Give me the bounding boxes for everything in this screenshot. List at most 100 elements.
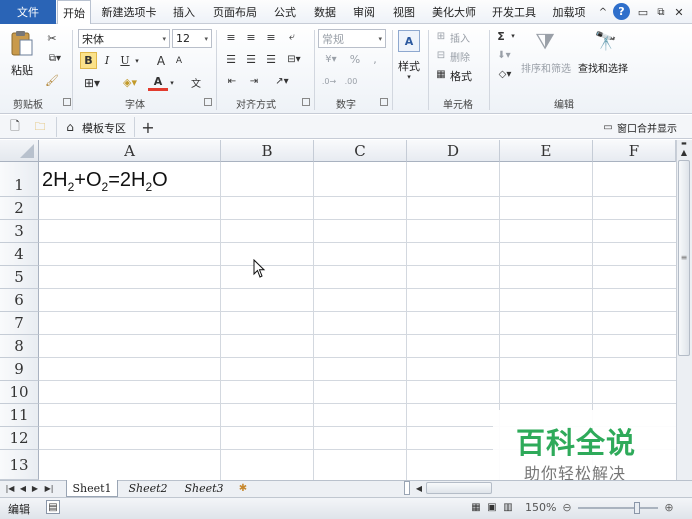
tab-split-handle[interactable] <box>404 481 410 495</box>
underline-dropdown-icon[interactable]: ▾ <box>132 52 142 69</box>
wrap-text-icon[interactable]: ⤶ <box>283 30 301 44</box>
tab-home[interactable]: 开始 <box>57 0 91 25</box>
row-header-11[interactable]: 11 <box>0 404 39 427</box>
cell-a1[interactable]: 2H2+O2=2H2O <box>42 166 218 194</box>
align-left-icon[interactable]: ☰ <box>223 52 239 66</box>
insert-label[interactable]: 插入 <box>450 30 470 45</box>
column-header-e[interactable]: E <box>500 140 593 162</box>
orientation-icon[interactable]: ↗▾ <box>270 74 294 88</box>
sheet-tab-sheet1[interactable]: Sheet1 <box>66 480 118 497</box>
template-zone-tab[interactable]: 模板专区 <box>82 120 126 136</box>
sort-filter-icon[interactable]: ⧩ <box>530 27 560 57</box>
restore-window-icon[interactable]: ⧉ <box>654 4 668 20</box>
number-launcher-icon[interactable] <box>380 98 388 106</box>
fill-color-icon[interactable]: ◈▾ <box>118 74 142 91</box>
sheet-tab-sheet2[interactable]: Sheet2 <box>122 480 174 497</box>
page-break-view-icon[interactable]: ▥ <box>501 500 515 514</box>
insert-cells-icon[interactable]: ⊞ <box>434 29 448 43</box>
zoom-slider-track[interactable] <box>578 507 658 509</box>
cut-icon[interactable]: ✂ <box>44 30 60 46</box>
shrink-font-button[interactable]: A <box>172 52 186 69</box>
currency-icon[interactable]: ¥▾ <box>320 52 342 66</box>
scroll-left-arrow-icon[interactable]: ◀ <box>414 481 424 495</box>
font-color-button[interactable]: A <box>148 74 168 91</box>
delete-cells-icon[interactable]: ⊟ <box>434 48 448 62</box>
row-header-10[interactable]: 10 <box>0 381 39 404</box>
format-label[interactable]: 格式 <box>450 68 472 84</box>
clipboard-launcher-icon[interactable] <box>63 98 71 106</box>
borders-icon[interactable]: ⊞▾ <box>80 74 104 91</box>
font-name-combo[interactable]: 宋体 ▾ <box>78 29 170 48</box>
tab-new-tab[interactable]: 新建选项卡 <box>96 0 162 24</box>
font-size-combo[interactable]: 12 ▾ <box>172 29 212 48</box>
row-header-6[interactable]: 6 <box>0 289 39 312</box>
normal-view-icon[interactable]: ▦ <box>469 500 483 514</box>
sort-filter-label[interactable]: 排序和筛选 <box>521 60 571 75</box>
number-format-combo[interactable]: 常规 ▾ <box>318 29 386 48</box>
align-right-icon[interactable]: ☰ <box>263 52 279 66</box>
tab-data[interactable]: 数据 <box>308 0 342 24</box>
align-center-icon[interactable]: ☰ <box>243 52 259 66</box>
minimize-window-icon[interactable]: ▭ <box>636 4 650 20</box>
open-folder-icon[interactable]: 🗀 <box>32 119 48 135</box>
column-header-d[interactable]: D <box>407 140 500 162</box>
tab-developer[interactable]: 开发工具 <box>487 0 541 24</box>
column-header-a[interactable]: A <box>39 140 221 162</box>
bold-button[interactable]: B <box>80 52 97 69</box>
horizontal-scroll-thumb[interactable] <box>426 482 492 494</box>
format-painter-icon[interactable]: 🖌 <box>44 72 60 88</box>
delete-label[interactable]: 删除 <box>450 49 470 64</box>
prev-sheet-icon[interactable]: ◀ <box>18 481 28 495</box>
row-header-8[interactable]: 8 <box>0 335 39 358</box>
decrease-decimal-icon[interactable]: .00 <box>342 74 360 88</box>
row-header-3[interactable]: 3 <box>0 220 39 243</box>
tab-formulas[interactable]: 公式 <box>268 0 302 24</box>
tab-page-layout[interactable]: 页面布局 <box>207 0 263 24</box>
next-sheet-icon[interactable]: ▶ <box>30 481 40 495</box>
row-header-4[interactable]: 4 <box>0 243 39 266</box>
find-select-label[interactable]: 查找和选择 <box>578 60 628 75</box>
first-sheet-icon[interactable]: |◀ <box>4 481 16 495</box>
row-header-2[interactable]: 2 <box>0 197 39 220</box>
increase-decimal-icon[interactable]: .0→ <box>320 74 338 88</box>
tab-beautify[interactable]: 美化大师 <box>427 0 481 24</box>
underline-button[interactable]: U <box>118 52 132 69</box>
copy-icon[interactable]: ⧉▾ <box>44 50 66 66</box>
page-layout-view-icon[interactable]: ▣ <box>485 500 499 514</box>
align-top-icon[interactable]: ≡ <box>223 30 239 44</box>
scroll-up-arrow-icon[interactable]: ▲ <box>677 146 691 158</box>
align-middle-icon[interactable]: ≡ <box>243 30 259 44</box>
column-header-c[interactable]: C <box>314 140 407 162</box>
column-header-f[interactable]: F <box>593 140 676 162</box>
merge-center-icon[interactable]: ⊟▾ <box>283 52 305 66</box>
row-header-13[interactable]: 13 <box>0 450 39 480</box>
home-icon[interactable]: ⌂ <box>63 119 77 135</box>
zoom-level[interactable]: 150% <box>525 501 556 514</box>
percent-button[interactable]: % <box>348 52 362 66</box>
clear-icon[interactable]: ◇▾ <box>495 67 515 81</box>
alignment-launcher-icon[interactable] <box>302 98 310 106</box>
decrease-indent-icon[interactable]: ⇤ <box>223 74 241 88</box>
close-window-icon[interactable]: ✕ <box>672 4 686 20</box>
add-tab-button[interactable]: + <box>140 117 156 137</box>
row-header-7[interactable]: 7 <box>0 312 39 335</box>
paste-label[interactable]: 粘贴 <box>11 62 33 78</box>
tab-review[interactable]: 审阅 <box>347 0 381 24</box>
insert-sheet-icon[interactable]: ✱ <box>234 481 252 495</box>
align-bottom-icon[interactable]: ≡ <box>263 30 279 44</box>
macro-record-icon[interactable]: ▤ <box>46 500 60 514</box>
format-cells-icon[interactable]: ▦ <box>434 67 448 81</box>
phonetic-button[interactable]: 文 <box>186 74 206 91</box>
styles-icon[interactable]: A <box>398 30 420 52</box>
collapse-ribbon-icon[interactable]: ^ <box>597 4 609 20</box>
row-header-5[interactable]: 5 <box>0 266 39 289</box>
tab-insert[interactable]: 插入 <box>168 0 200 24</box>
window-merge-label[interactable]: 窗口合并显示 <box>617 120 677 135</box>
font-launcher-icon[interactable] <box>204 98 212 106</box>
last-sheet-icon[interactable]: ▶| <box>42 481 56 495</box>
help-icon[interactable]: ? <box>613 3 630 20</box>
new-document-icon[interactable]: 🗋 <box>8 119 22 135</box>
styles-dropdown-icon[interactable]: ▾ <box>404 72 414 82</box>
column-header-b[interactable]: B <box>221 140 314 162</box>
tab-addins[interactable]: 加载项 <box>547 0 591 24</box>
